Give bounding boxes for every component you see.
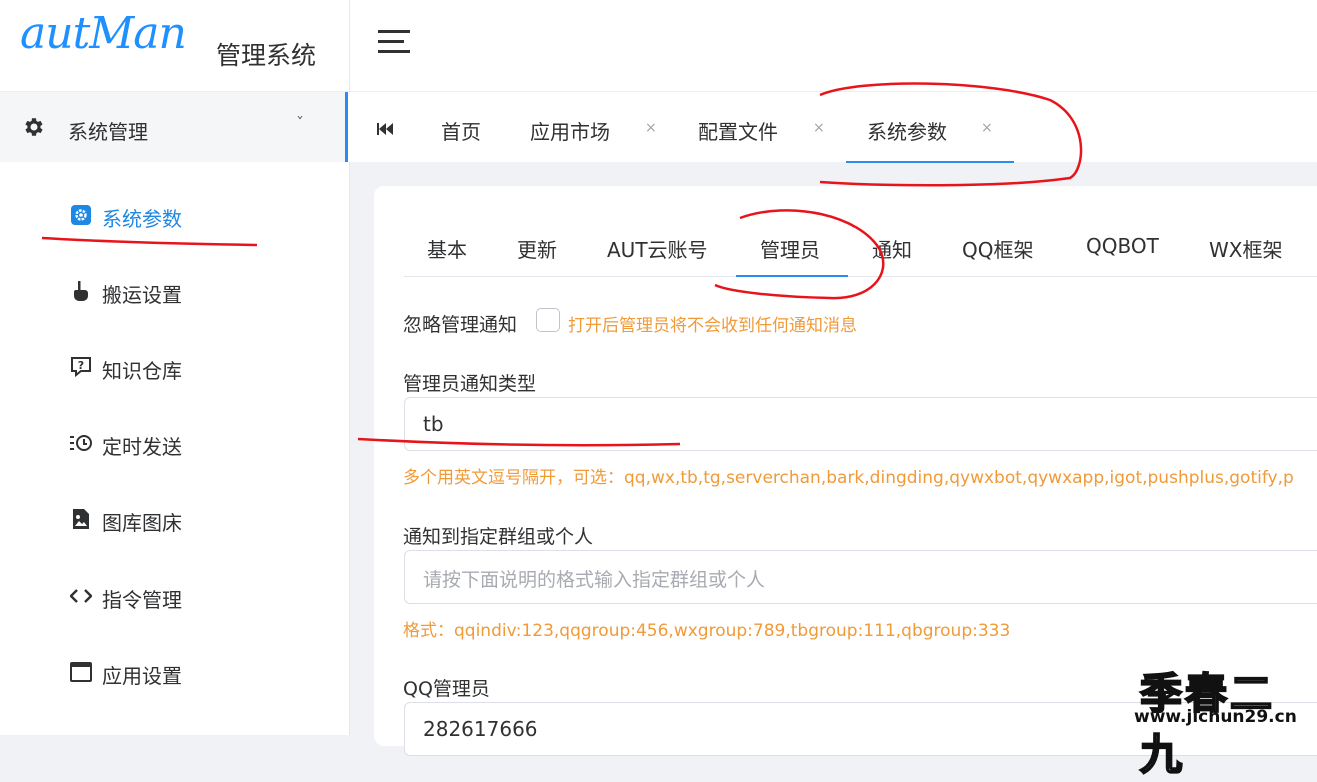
subtab-qqbot[interactable]: QQBOT (1086, 234, 1159, 258)
notify-target-input[interactable]: 请按下面说明的格式输入指定群组或个人 (404, 550, 1317, 604)
active-subtab-indicator (736, 275, 848, 277)
notify-target-label: 通知到指定群组或个人 (403, 526, 594, 548)
image-file-icon (73, 509, 89, 529)
window-icon (70, 662, 92, 682)
tab-close-icon[interactable]: × (981, 120, 993, 136)
hand-pointer-icon (74, 281, 88, 301)
tab-close-icon[interactable]: × (645, 120, 657, 136)
qq-admin-label: QQ管理员 (403, 678, 490, 700)
chevron-down-icon[interactable]: ˇ (296, 114, 304, 133)
sidebar-item-app-settings[interactable]: 应用设置 (0, 643, 349, 703)
sidebar-item-label: 搬运设置 (102, 283, 182, 307)
sidebar: autMan 管理系统 系统管理 ˇ 系统参数 搬运设置 ? 知识仓库 定时发送… (0, 0, 350, 735)
sidebar-item-commands[interactable]: 指令管理 (0, 567, 349, 627)
top-bar (350, 0, 1317, 92)
subtab-wx-frame[interactable]: WX框架 (1209, 234, 1282, 263)
qq-admin-value: 282617666 (423, 717, 538, 741)
notify-type-label: 管理员通知类型 (403, 373, 537, 395)
subtab-update[interactable]: 更新 (517, 234, 557, 263)
question-bubble-icon: ? (71, 357, 91, 378)
tab-home[interactable]: 首页 (441, 116, 481, 145)
ignore-notify-hint: 打开后管理员将不会收到任何通知消息 (568, 316, 857, 336)
sidebar-item-image-hosting[interactable]: 图库图床 (0, 490, 349, 550)
notify-target-hint: 格式：qqindiv:123,qqgroup:456,wxgroup:789,t… (403, 621, 1011, 641)
notify-type-input[interactable]: tb (404, 397, 1317, 451)
sidebar-item-label: 定时发送 (102, 435, 182, 459)
subtab-divider (404, 276, 1317, 277)
active-tab-indicator (846, 161, 1014, 163)
notify-type-hint: 多个用英文逗号隔开，可选：qq,wx,tb,tg,serverchan,bark… (403, 468, 1294, 488)
gear-square-icon (71, 205, 91, 225)
ignore-notify-label: 忽略管理通知 (403, 314, 518, 336)
tab-close-icon[interactable]: × (813, 120, 825, 136)
code-icon (70, 589, 92, 603)
sidebar-item-label: 系统参数 (102, 207, 182, 231)
sidebar-item-system-params[interactable]: 系统参数 (0, 186, 349, 246)
sidebar-group-label: 系统管理 (68, 120, 148, 144)
sidebar-item-label: 知识仓库 (102, 359, 182, 383)
tab-config-files[interactable]: 配置文件 (698, 116, 778, 145)
page-tabs: 首页 应用市场 × 配置文件 × 系统参数 × (345, 92, 1317, 163)
ignore-notify-checkbox[interactable] (536, 308, 560, 332)
subtab-admin[interactable]: 管理员 (760, 234, 820, 263)
clock-list-icon (70, 435, 92, 451)
skip-back-icon[interactable] (377, 123, 393, 135)
sidebar-item-label: 应用设置 (102, 664, 182, 688)
svg-text:?: ? (78, 359, 84, 372)
subtab-basic[interactable]: 基本 (427, 234, 467, 263)
tab-app-market[interactable]: 应用市场 (530, 116, 610, 145)
subtab-notify[interactable]: 通知 (872, 234, 912, 263)
sidebar-item-scheduled-send[interactable]: 定时发送 (0, 414, 349, 474)
sidebar-group-system-management[interactable]: 系统管理 ˇ (0, 92, 349, 162)
subtab-aut-cloud[interactable]: AUT云账号 (607, 234, 708, 263)
sidebar-item-label: 指令管理 (102, 588, 182, 612)
watermark-url: www.jichun29.cn (1134, 707, 1297, 727)
sidebar-item-transport[interactable]: 搬运设置 (0, 262, 349, 322)
brand-header: autMan 管理系统 (0, 0, 349, 92)
watermark: 季春二九 www.jichun29.cn (1132, 660, 1302, 780)
tab-system-params[interactable]: 系统参数 (867, 116, 947, 145)
menu-toggle-icon[interactable] (378, 28, 410, 54)
brand-title: 管理系统 (216, 41, 317, 70)
sidebar-item-knowledge[interactable]: ? 知识仓库 (0, 338, 349, 398)
subtab-qq-frame[interactable]: QQ框架 (962, 234, 1033, 263)
logo[interactable]: autMan (20, 8, 187, 59)
notify-type-value: tb (423, 412, 444, 436)
sidebar-item-label: 图库图床 (102, 511, 182, 535)
gear-icon (25, 118, 43, 136)
notify-target-placeholder: 请按下面说明的格式输入指定群组或个人 (423, 569, 766, 591)
